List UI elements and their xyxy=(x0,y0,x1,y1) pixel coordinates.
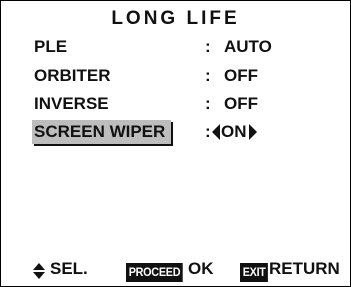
menu-item-label: INVERSE xyxy=(34,94,109,113)
menu-item-label: PLE xyxy=(34,37,68,56)
proceed-hint-label: OK xyxy=(188,259,214,278)
exit-hint[interactable]: EXIT xyxy=(240,261,271,283)
up-down-arrows-icon xyxy=(33,263,45,279)
menu-title: LONG LIFE xyxy=(111,8,240,29)
menu-item-colon: : xyxy=(205,37,211,56)
menu-item-colon: : xyxy=(205,94,211,113)
selected-menu-item-label: SCREEN WIPER xyxy=(32,120,172,144)
menu-item-value: OFF xyxy=(224,94,258,113)
proceed-key: PROCEED xyxy=(126,263,183,282)
menu-item-value: OFF xyxy=(224,66,258,85)
menu-item-colon: : xyxy=(205,66,211,85)
value-selector[interactable]: ON xyxy=(212,122,257,142)
exit-hint-label: RETURN xyxy=(269,259,340,278)
right-arrow-icon[interactable] xyxy=(248,124,257,140)
menu-item-colon: : xyxy=(205,122,211,141)
menu-item-value: AUTO xyxy=(224,37,272,56)
menu-item-label: ORBITER xyxy=(34,66,111,85)
menu-item-value: ON xyxy=(221,122,247,141)
exit-key: EXIT xyxy=(240,263,269,282)
left-arrow-icon[interactable] xyxy=(212,124,220,140)
select-hint-label: SEL. xyxy=(50,259,88,278)
proceed-hint[interactable]: PROCEED xyxy=(126,261,189,283)
